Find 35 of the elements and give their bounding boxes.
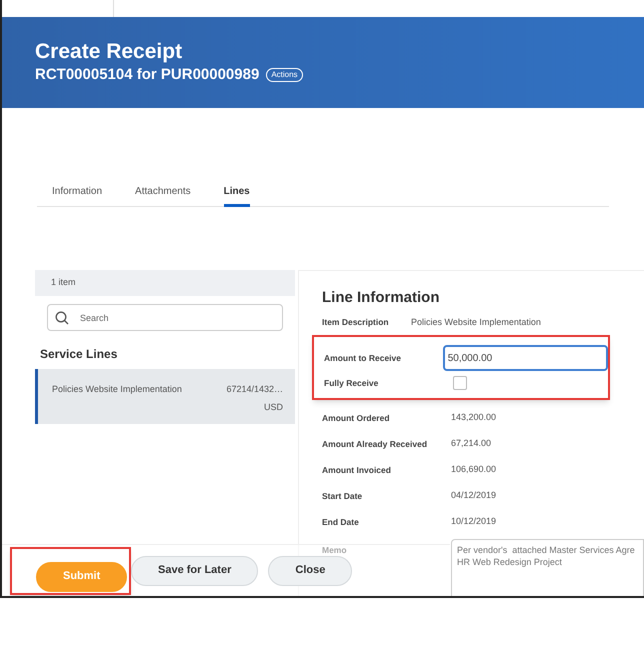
- item-amount: 67214/1432…: [226, 383, 283, 396]
- memo-field[interactable]: Per vendor's attached Master Services Agre HR Web Redesign Project: [451, 539, 644, 596]
- field-label: Start Date: [322, 490, 364, 502]
- checkbox[interactable]: [453, 376, 467, 390]
- section-title: Service Lines: [39, 346, 118, 363]
- item-count: 1 item: [51, 276, 76, 290]
- page-subtitle: RCT00005104 for PUR00000989: [35, 65, 260, 85]
- field-value: 67,214.00: [451, 437, 492, 450]
- amount-field[interactable]: 50,000.00: [442, 345, 608, 371]
- field-label: Amount Invoiced: [322, 464, 392, 476]
- field-value: 10/12/2019: [451, 515, 496, 528]
- footer-button[interactable]: Close: [268, 556, 352, 586]
- field-label: End Date: [322, 516, 360, 528]
- actions-button[interactable]: Actions: [266, 68, 303, 82]
- field-label: Item Description: [322, 316, 390, 329]
- tab[interactable]: Attachments: [135, 174, 191, 207]
- item-name: Policies Website Implementation: [52, 383, 182, 396]
- page-title: Create Receipt: [35, 39, 184, 65]
- field-label: Amount to Receive: [324, 352, 402, 364]
- list-item[interactable]: Policies Website Implementation 67214/1432… USD: [35, 369, 295, 424]
- field-value: 04/12/2019: [451, 489, 496, 502]
- search-icon: [55, 311, 69, 325]
- section-title: Line Information: [322, 288, 440, 308]
- field-value: 143,200.00: [451, 411, 496, 424]
- field-value: Policies Website Implementation: [411, 316, 541, 329]
- footer-button[interactable]: Save for Later: [131, 556, 258, 586]
- field-label: Fully Receive: [324, 376, 380, 390]
- tab[interactable]: Information: [52, 174, 102, 207]
- memo-text: Per vendor's attached Master Services Agre HR Web Redesign Project: [457, 544, 636, 568]
- tab[interactable]: Lines: [224, 174, 250, 207]
- search-field[interactable]: Search: [47, 304, 283, 331]
- item-currency: USD: [264, 400, 283, 414]
- field-label: Amount Ordered: [322, 412, 391, 424]
- field-value: 106,690.00: [451, 463, 496, 476]
- field-label: Amount Already Received: [322, 438, 428, 450]
